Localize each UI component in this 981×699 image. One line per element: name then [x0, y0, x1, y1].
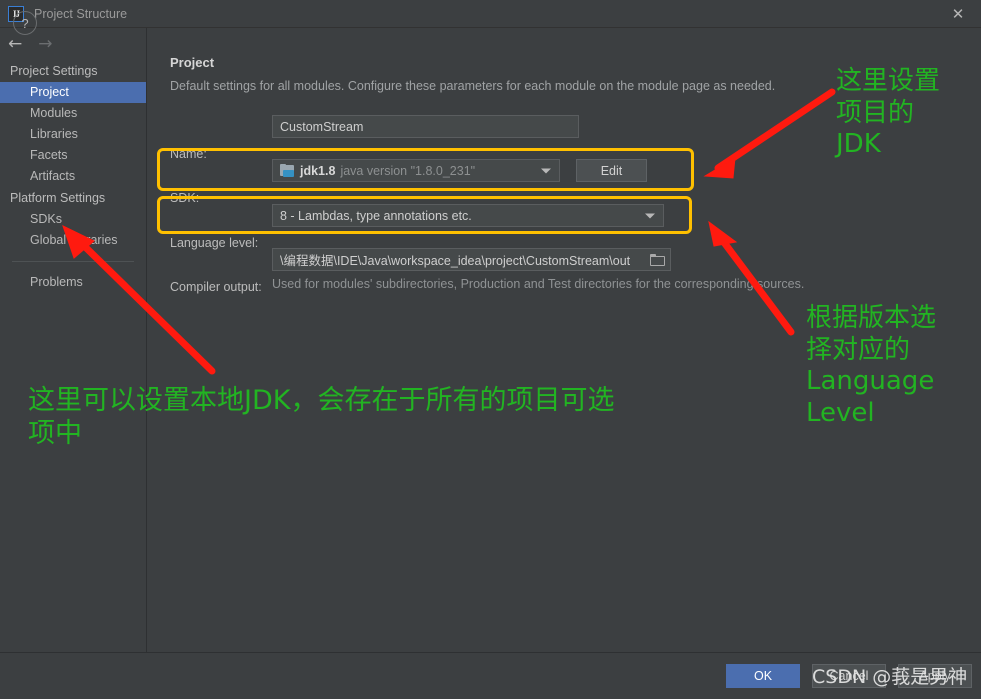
- sidebar-item-problems[interactable]: Problems: [0, 272, 146, 293]
- sidebar-item-project[interactable]: Project: [0, 82, 146, 103]
- sidebar-group-project-settings: Project Settings: [10, 64, 98, 78]
- compiler-output-input[interactable]: \编程数据\IDE\Java\workspace_idea\project\Cu…: [272, 248, 671, 271]
- sidebar-item-facets[interactable]: Facets: [0, 145, 146, 166]
- language-level-label: Language level:: [170, 236, 259, 250]
- sidebar-item-global-libraries[interactable]: Global Libraries: [0, 230, 146, 251]
- annotation-bottom-left-line-1: 这里可以设置本地JDK，会存在于所有的项目可选: [28, 385, 615, 416]
- annotation-bottom-right-line-1: 根据版本选: [806, 303, 937, 333]
- title-bar: IJ Project Structure ✕: [0, 0, 981, 28]
- arrow-left-icon[interactable]: ←: [8, 35, 22, 53]
- chevron-down-icon[interactable]: [541, 168, 551, 173]
- csdn-watermark: CSDN @莪是男神: [812, 666, 968, 688]
- annotation-top-right: 这里设置 项目的 JDK: [836, 66, 940, 161]
- language-level-value: 8 - Lambdas, type annotations etc.: [280, 208, 472, 223]
- page-description: Default settings for all modules. Config…: [170, 79, 776, 93]
- project-structure-dialog: IJ Project Structure ✕ ← → Project Setti…: [0, 0, 981, 699]
- sdk-name-value: jdk1.8: [300, 163, 336, 178]
- annotation-bottom-right-line-2: 择对应的: [806, 334, 911, 365]
- annotation-bottom-right-line-4: Level: [806, 398, 875, 429]
- project-name-input[interactable]: CustomStream: [272, 115, 579, 138]
- sdk-edit-button[interactable]: Edit: [576, 159, 647, 182]
- project-name-value: CustomStream: [280, 119, 364, 134]
- folder-browse-icon[interactable]: [650, 253, 665, 266]
- name-label: Name:: [170, 147, 207, 161]
- close-icon[interactable]: ✕: [935, 0, 981, 28]
- annotation-bottom-left: 这里可以设置本地JDK，会存在于所有的项目可选 项中: [28, 385, 788, 451]
- sdk-label: SDK:: [170, 191, 200, 205]
- sidebar-item-libraries[interactable]: Libraries: [0, 124, 146, 145]
- annotation-bottom-right-line-3: Language: [806, 366, 935, 397]
- language-level-combobox[interactable]: 8 - Lambdas, type annotations etc.: [272, 204, 664, 227]
- window-title: Project Structure: [34, 6, 128, 21]
- annotation-bottom-right: 根据版本选 择对应的 Language Level: [806, 303, 936, 430]
- sdk-combobox[interactable]: jdk1.8 java version "1.8.0_231": [272, 159, 560, 182]
- annotation-bottom-left-line-2: 项中: [28, 417, 82, 449]
- sidebar-item-modules[interactable]: Modules: [0, 103, 146, 124]
- sidebar-divider: [12, 261, 134, 262]
- annotation-top-right-line-1: 这里设置: [836, 66, 941, 96]
- help-question-icon[interactable]: ?: [13, 11, 37, 35]
- sidebar-item-sdks[interactable]: SDKs: [0, 209, 146, 230]
- compiler-output-hint: Used for modules' subdirectories, Produc…: [272, 277, 805, 291]
- annotation-top-right-line-2: 项目的: [836, 97, 915, 128]
- sidebar-item-artifacts[interactable]: Artifacts: [0, 166, 146, 187]
- sdk-version-value: java version "1.8.0_231": [340, 163, 476, 178]
- sdk-folder-icon: [280, 164, 295, 177]
- page-title: Project: [170, 55, 215, 70]
- compiler-output-value: \编程数据\IDE\Java\workspace_idea\project\Cu…: [280, 254, 631, 268]
- sidebar: ← → Project Settings Project Modules Lib…: [0, 28, 147, 652]
- chevron-down-icon[interactable]: [645, 213, 655, 218]
- compiler-output-label: Compiler output:: [170, 280, 262, 294]
- annotation-top-right-line-3: JDK: [836, 129, 881, 160]
- sidebar-group-platform-settings: Platform Settings: [10, 191, 106, 205]
- ok-button[interactable]: OK: [726, 664, 800, 688]
- arrow-right-icon[interactable]: →: [38, 35, 52, 53]
